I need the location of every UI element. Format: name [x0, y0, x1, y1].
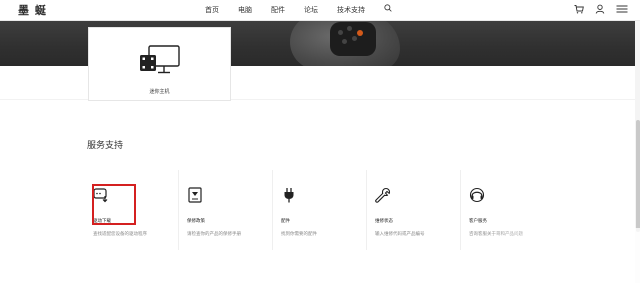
- scrollbar-thumb[interactable]: [636, 120, 640, 232]
- service-description: 请检查你的产品的保修手册: [187, 232, 241, 237]
- main-nav: 首页 电脑 配件 论坛 技术支持: [205, 5, 384, 17]
- product-card-mini-pc[interactable]: 迷你主机: [88, 27, 231, 101]
- service-warranty-policy[interactable]: 保修政策 请检查你的产品的保修手册: [180, 170, 272, 250]
- warranty-document-icon: [188, 187, 202, 203]
- service-divider: [272, 170, 273, 250]
- nav-item-forum[interactable]: 论坛: [304, 5, 318, 17]
- service-description: 输入维修代码或产品编号: [375, 232, 425, 237]
- hero-remote-image: [330, 22, 376, 56]
- nav-item-tech-support[interactable]: 技术支持: [337, 5, 365, 17]
- section-title: 服务支持: [87, 141, 124, 151]
- menu-icon[interactable]: [616, 4, 628, 14]
- wrench-icon: [375, 187, 391, 203]
- highlight-annotation: [92, 184, 136, 225]
- service-description: 查找适配您设备的驱动程序: [93, 232, 147, 237]
- service-divider: [178, 170, 179, 250]
- user-icon[interactable]: [595, 4, 605, 14]
- nav-item-accessories[interactable]: 配件: [271, 5, 285, 17]
- service-name: 维修状态: [375, 219, 393, 224]
- service-divider: [366, 170, 367, 250]
- service-accessories[interactable]: 配件 找到你需要的配件: [274, 170, 366, 250]
- product-label: 迷你主机: [149, 89, 170, 95]
- corner-fade-overlay: [470, 228, 640, 283]
- hero-accent-light: [357, 30, 363, 36]
- mini-pc-icon: [140, 45, 180, 74]
- service-name: 保修政策: [187, 219, 205, 224]
- service-description: 找到你需要的配件: [281, 232, 317, 237]
- service-name: 配件: [281, 219, 290, 224]
- headset-icon: [469, 187, 485, 203]
- brand-logo[interactable]: 墨 蜒: [18, 2, 47, 18]
- nav-item-home[interactable]: 首页: [205, 5, 219, 17]
- cart-icon[interactable]: [574, 4, 584, 14]
- service-name: 客户服务: [469, 219, 487, 224]
- service-repair-status[interactable]: 维修状态 输入维修代码或产品编号: [368, 170, 460, 250]
- nav-item-computers[interactable]: 电脑: [238, 5, 252, 17]
- plug-icon: [284, 188, 294, 203]
- header-actions: [574, 4, 628, 14]
- service-divider: [460, 170, 461, 250]
- top-navigation-bar: 墨 蜒 首页 电脑 配件 论坛 技术支持: [0, 0, 640, 21]
- search-icon[interactable]: [384, 4, 392, 12]
